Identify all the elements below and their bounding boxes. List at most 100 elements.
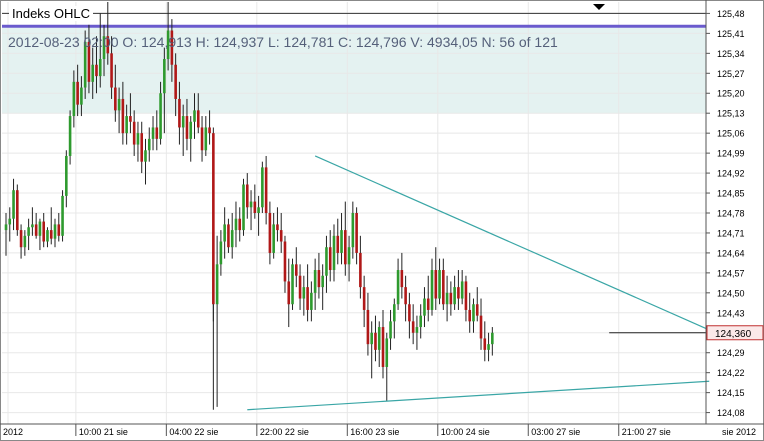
x-tick-label: 16:00 23 sie: [350, 427, 399, 437]
candle-body: [347, 247, 351, 265]
candle-body: [16, 190, 19, 231]
candle-body: [411, 321, 415, 333]
y-tick-label: 124,99: [717, 149, 745, 159]
candle-body: [302, 287, 306, 299]
candle-body: [208, 127, 211, 134]
candle-body: [423, 298, 426, 316]
candle-body: [42, 221, 45, 242]
candle-body: [430, 270, 434, 310]
candle-body: [193, 110, 196, 122]
candle-body: [53, 224, 57, 239]
candle-body: [129, 116, 132, 122]
candle-body: [396, 270, 400, 305]
y-tick-label: 124,71: [717, 228, 745, 238]
y-tick-label: 125,20: [717, 89, 745, 99]
candle-body: [472, 304, 475, 322]
candle-body: [31, 224, 34, 228]
candle-body: [223, 224, 226, 242]
candle-body: [27, 227, 30, 236]
candle-body: [215, 264, 219, 305]
candle-body: [393, 304, 396, 322]
candle-body: [460, 281, 464, 299]
candle-body: [370, 332, 373, 345]
candle-body: [189, 121, 193, 139]
candle-body: [408, 304, 411, 322]
candle-body: [483, 338, 487, 350]
candle-body: [279, 230, 283, 242]
candle-body: [385, 338, 389, 367]
ohlc-info-line: 2012-08-23 02:00 O: 124,913 H: 124,937 L…: [8, 34, 558, 50]
candle-body: [98, 59, 102, 77]
x-tick-label: sie 2012: [722, 427, 756, 437]
candle-body: [125, 116, 128, 134]
y-tick-label: 125,48: [717, 9, 745, 19]
candle-body: [355, 213, 358, 253]
candle-body: [110, 53, 113, 88]
candle-body: [332, 235, 336, 271]
candle-body: [178, 98, 181, 128]
candle-body: [276, 224, 279, 231]
candle-body: [400, 270, 404, 288]
candle-body: [121, 98, 125, 134]
candle-body: [212, 133, 215, 305]
candle-body: [468, 309, 472, 322]
y-tick-label: 124,22: [717, 368, 745, 378]
candle-body: [8, 218, 12, 225]
x-tick-label: 10:00 24 sie: [441, 427, 490, 437]
candle-body: [12, 190, 15, 219]
candle-body: [227, 224, 230, 248]
y-tick-label: 124,57: [717, 268, 745, 278]
candle-body: [328, 247, 332, 271]
candle-body: [249, 201, 253, 208]
y-tick-label: 124,29: [717, 348, 745, 358]
current-price-label: 124,360: [715, 329, 752, 340]
candle-body: [144, 150, 147, 162]
candle-body: [23, 235, 27, 248]
candle-body: [159, 93, 162, 139]
candle-body: [200, 127, 204, 151]
candle-body: [426, 298, 430, 310]
candle-body: [49, 230, 53, 239]
candle-body: [351, 213, 355, 248]
candle-body: [374, 332, 377, 350]
candle-body: [136, 133, 140, 145]
candle-body: [313, 270, 317, 293]
candle-body: [147, 138, 151, 151]
candle-body: [449, 292, 453, 305]
candle-body: [475, 304, 479, 316]
y-tick-label: 125,13: [717, 109, 745, 119]
candle-body: [434, 270, 438, 299]
candle-body: [95, 64, 98, 77]
x-tick-label: 03:00 27 sie: [531, 427, 580, 437]
candle-body: [264, 167, 268, 213]
candle-body: [491, 332, 494, 345]
candle-body: [230, 230, 234, 248]
candle-body: [479, 315, 483, 339]
candle-body: [155, 127, 159, 139]
candle-body: [204, 127, 208, 151]
candle-body: [438, 270, 441, 299]
candle-body: [377, 327, 381, 350]
candle-body: [453, 287, 456, 305]
candle-body: [340, 230, 343, 253]
candle-body: [336, 235, 340, 253]
candle-body: [19, 230, 23, 248]
candle-body: [464, 281, 468, 310]
y-tick-label: 125,06: [717, 129, 745, 139]
candle-body: [61, 195, 64, 236]
candle-body: [253, 201, 257, 213]
candle-body: [91, 64, 95, 82]
candle-body: [419, 315, 422, 328]
y-tick-label: 124,85: [717, 189, 745, 199]
x-tick-label: 04:00 22 sie: [169, 427, 218, 437]
candle-body: [415, 327, 419, 333]
candle-body: [132, 121, 136, 145]
candle-body: [46, 230, 49, 242]
candle-body: [445, 292, 449, 305]
y-tick-label: 124,15: [717, 388, 745, 398]
candle-body: [80, 87, 83, 105]
candle-body: [291, 264, 294, 305]
candle-body: [174, 64, 177, 99]
candle-body: [4, 224, 8, 231]
candle-body: [234, 218, 238, 231]
